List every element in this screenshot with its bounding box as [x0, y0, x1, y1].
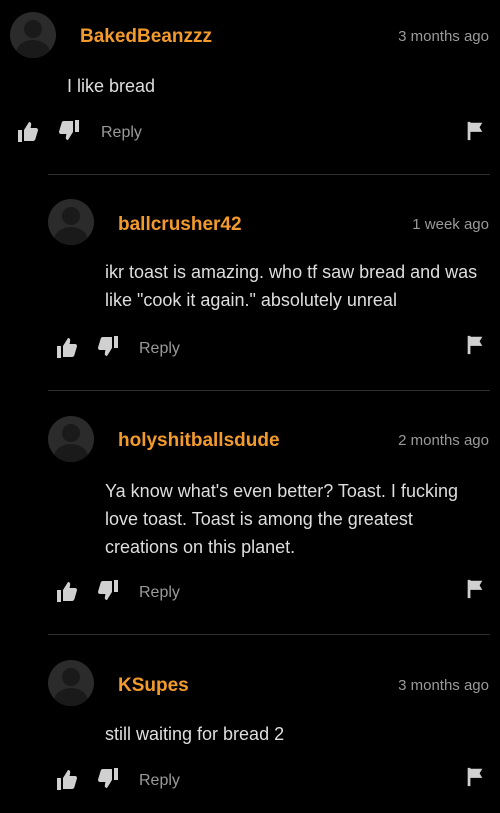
- comment-body: ikr toast is amazing. who tf saw bread a…: [105, 262, 478, 310]
- reply-button[interactable]: Reply: [139, 584, 180, 602]
- avatar[interactable]: [48, 416, 94, 462]
- avatar-head: [62, 424, 80, 442]
- comment-username[interactable]: BakedBeanzzz: [80, 26, 212, 48]
- comment-username[interactable]: KSupes: [118, 675, 189, 697]
- thumbs-down-icon[interactable]: [96, 578, 120, 602]
- flag-icon[interactable]: [464, 766, 486, 788]
- avatar[interactable]: [48, 199, 94, 245]
- comment-username[interactable]: ballcrusher42: [118, 214, 242, 236]
- avatar-head: [62, 668, 80, 686]
- thumbs-down-icon[interactable]: [96, 334, 120, 358]
- flag-icon[interactable]: [464, 578, 486, 600]
- comment-body: I like bread: [67, 76, 156, 96]
- reply-button[interactable]: Reply: [139, 772, 180, 790]
- thumbs-down-icon[interactable]: [57, 118, 81, 142]
- thumbs-up-icon[interactable]: [16, 120, 40, 144]
- comment-timestamp: 3 months ago: [398, 28, 489, 45]
- comment-timestamp: 3 months ago: [398, 677, 489, 694]
- avatar-shoulders: [54, 688, 88, 706]
- flag-icon[interactable]: [464, 334, 486, 356]
- avatar[interactable]: [48, 660, 94, 706]
- flag-icon[interactable]: [464, 120, 486, 142]
- comment-timestamp: 2 months ago: [398, 432, 489, 449]
- comment-username[interactable]: holyshitballsdude: [118, 430, 280, 452]
- avatar[interactable]: [10, 12, 56, 58]
- comment-timestamp: 1 week ago: [412, 216, 489, 233]
- avatar-head: [62, 207, 80, 225]
- thumbs-up-icon[interactable]: [55, 336, 79, 360]
- reply-button[interactable]: Reply: [101, 124, 142, 142]
- thumbs-up-icon[interactable]: [55, 768, 79, 792]
- comment-body: Ya know what's even better? Toast. I fuc…: [105, 481, 458, 557]
- comment-body: still waiting for bread 2: [105, 724, 285, 744]
- avatar-shoulders: [16, 40, 50, 58]
- divider: [48, 174, 490, 175]
- reply-button[interactable]: Reply: [139, 340, 180, 358]
- divider: [48, 390, 490, 391]
- divider: [48, 634, 490, 635]
- avatar-shoulders: [54, 444, 88, 462]
- avatar-shoulders: [54, 227, 88, 245]
- avatar-head: [24, 20, 42, 38]
- thumbs-up-icon[interactable]: [55, 580, 79, 604]
- thumbs-down-icon[interactable]: [96, 766, 120, 790]
